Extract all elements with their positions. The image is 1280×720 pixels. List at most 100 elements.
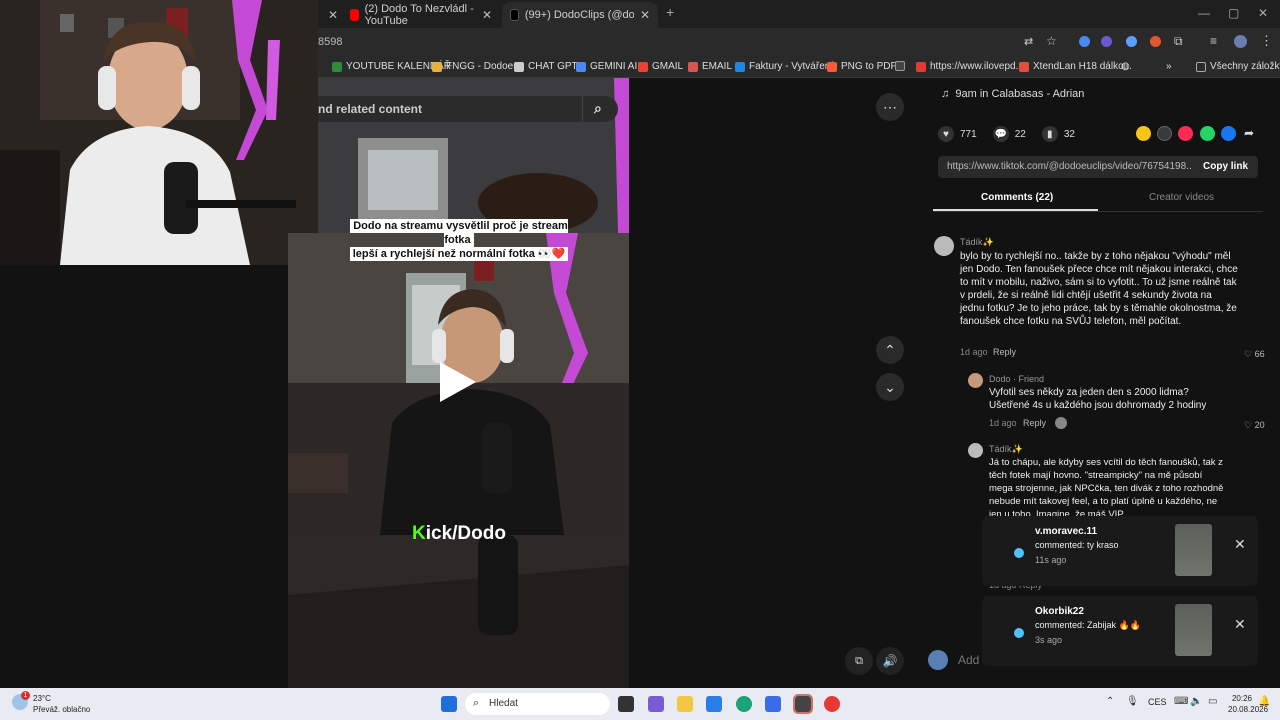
menu-lines-icon[interactable]: ≡ [1210,34,1217,48]
more-vert-icon[interactable]: ⋮ [1260,33,1273,49]
close-window-button[interactable]: ✕ [1258,6,1268,20]
avatar[interactable] [968,443,983,458]
chrome-icon[interactable] [824,696,840,712]
extension-icon[interactable] [1101,36,1112,47]
watermark-k: K [412,523,426,544]
task-view-icon[interactable] [618,696,634,712]
video-thumbnail[interactable] [1175,604,1212,656]
maximize-button[interactable]: ▢ [1228,6,1239,20]
clock[interactable]: 20:26 20.08.2026 [1228,693,1268,715]
comment-author[interactable]: Dodo · Friend [989,374,1044,384]
active-tab-indicator [933,209,1098,211]
tab-close-partial[interactable]: ✕ [320,2,338,28]
video-thumbnail[interactable] [1175,524,1212,576]
comment-author[interactable]: Tádík✨ [989,444,1023,455]
tab-youtube[interactable]: (2) Dodo To Nezvládl - YouTube ✕ [342,2,500,28]
minimize-button[interactable]: — [1198,6,1210,20]
reply-button[interactable]: Reply [1023,418,1046,428]
bookmark-item[interactable]: Faktury - Vytváření [735,61,833,72]
comment-like-button[interactable]: ♡ 20 [1244,420,1265,431]
tab-creator-videos[interactable]: Creator videos [1149,192,1214,203]
more-bookmarks-icon[interactable]: » [1166,61,1172,72]
notification-bell-icon[interactable]: 🔔 [1258,696,1270,707]
avatar [928,650,948,670]
heart-outline-icon: ♡ [1244,349,1253,359]
comment-like-button[interactable]: ♡ 66 [1244,349,1265,360]
search-icon: ⌕ [473,697,480,709]
bookmark-icon [514,61,524,72]
microphone-icon[interactable]: 🎙 [1126,696,1139,707]
file-explorer-icon[interactable] [677,696,693,712]
next-video-button[interactable]: ⌄ [876,373,904,401]
capcut-icon[interactable] [793,694,813,714]
battery-icon[interactable]: ▭ [1208,696,1217,707]
embed-icon[interactable] [1157,126,1172,141]
search-input[interactable]: nd related content [318,102,422,116]
notification-toast[interactable]: v.moravec.11 commented: ty kraso 11s ago… [982,516,1258,586]
bookmark-item[interactable]: FNGG - Dodoeu [432,61,519,72]
bookmark-item[interactable] [895,61,905,71]
weather-widget[interactable]: 23°C Převáž. oblačno [33,693,90,715]
comment-author[interactable]: Tádík✨ [960,237,994,248]
bookmark-item[interactable]: GEMINI AI [576,61,637,72]
bookmark-item[interactable]: https://www.ilovepd... [916,61,1024,72]
extension-icon[interactable] [1150,36,1161,47]
comment-button[interactable]: 💬 22 [992,126,1026,142]
url-text[interactable]: 8598 [318,36,342,48]
search-icon[interactable]: ⌕ [594,100,602,117]
bookmark-item[interactable]: Všechny záložky [1196,61,1280,72]
avatar[interactable] [968,373,983,388]
store-icon[interactable] [765,696,781,712]
tray-arrow-icon[interactable]: ⌃ [1106,696,1114,707]
video-link-field[interactable]: https://www.tiktok.com/@dodoeuclips/vide… [938,156,1192,178]
puzzle-icon[interactable]: ⧉ [1174,34,1183,49]
search-bar[interactable]: nd related content ⌕ [318,96,618,122]
whatsapp-icon[interactable] [1200,126,1215,141]
close-icon[interactable]: ✕ [640,8,650,22]
network-icon[interactable]: ⌨ [1174,696,1188,707]
close-icon[interactable]: ✕ [1234,536,1246,553]
save-button[interactable]: ▮ 32 [1041,126,1075,142]
volume-icon[interactable]: 🔈 [1190,696,1202,707]
close-icon[interactable]: ✕ [482,8,492,22]
translate-icon[interactable]: ⇄ [1024,35,1033,48]
avatar[interactable] [934,236,954,256]
reply-button[interactable]: Reply [993,347,1016,357]
add-comment-input[interactable]: Add [958,653,979,667]
mini-player-button[interactable]: ⧉ [845,647,873,675]
facebook-icon[interactable] [1221,126,1236,141]
windows-start-icon[interactable] [441,696,457,712]
mail-icon[interactable] [706,696,722,712]
copy-link-button[interactable]: Copy link [1192,156,1258,178]
notification-toast[interactable]: Okorbik22 commented: Zabijak 🔥🔥 3s ago ✕ [982,596,1258,666]
globe-icon[interactable]: ◍ [1121,61,1130,72]
bookmark-item[interactable]: GMAIL [638,61,683,72]
bookmark-item[interactable]: EMAIL [688,61,732,72]
bookmark-label: XtendLan H18 dálko... [1033,61,1132,72]
edge-icon[interactable] [736,696,752,712]
repost-icon[interactable] [1136,126,1151,141]
send-icon[interactable] [1178,126,1193,141]
bookmark-item[interactable]: CHAT GPT [514,61,578,72]
extension-icon[interactable] [1126,36,1137,47]
video-frame-bottom [288,535,629,688]
music-info[interactable]: ♫ 9am in Calabasas - Adrian [941,88,1084,100]
previous-video-button[interactable]: ⌃ [876,336,904,364]
profile-avatar[interactable] [1234,35,1247,48]
more-options-button[interactable]: ⋯ [876,93,904,121]
share-icon[interactable]: ➦ [1244,126,1254,140]
taskbar-search[interactable]: ⌕ Hledat [465,693,610,715]
play-icon[interactable] [440,362,476,402]
tab-comments[interactable]: Comments (22) [981,192,1053,203]
copilot-icon[interactable] [648,696,664,712]
extension-icon[interactable] [1079,36,1090,47]
close-icon[interactable]: ✕ [1234,616,1246,633]
volume-button[interactable]: 🔊 [876,647,904,675]
bookmark-star-icon[interactable]: ☆ [1046,34,1057,48]
tab-tiktok[interactable]: (99+) DodoClips (@dodoeuclips) ✕ [502,2,658,28]
bookmark-item[interactable]: XtendLan H18 dálko... [1019,61,1132,72]
like-button[interactable]: ♥ 771 [938,126,977,142]
language-indicator[interactable]: CES [1148,697,1167,707]
bookmark-item[interactable]: PNG to PDF [827,61,897,72]
new-tab-button[interactable]: + [666,4,674,20]
